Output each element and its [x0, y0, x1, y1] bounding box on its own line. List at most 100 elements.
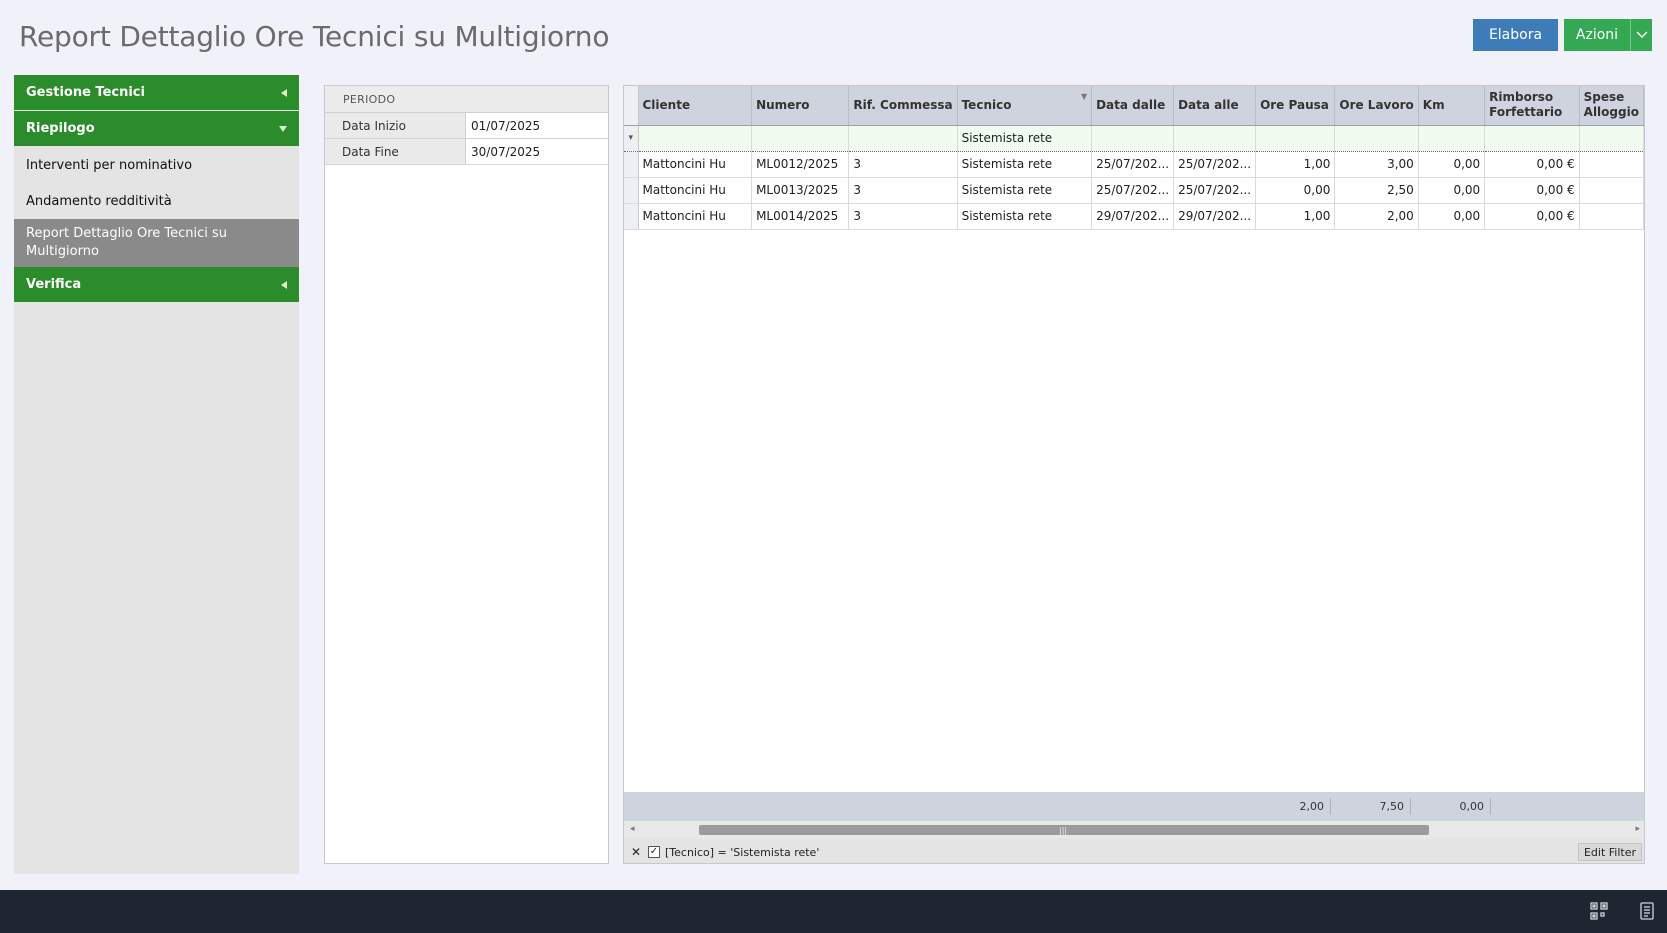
- edit-filter-button[interactable]: Edit Filter: [1577, 843, 1642, 861]
- sidebar: Gestione Tecnici Riepilogo Interventi pe…: [14, 75, 299, 874]
- cell-rimborso[interactable]: 0,00 €: [1484, 177, 1580, 204]
- column-header-cliente[interactable]: Cliente: [638, 86, 753, 126]
- column-header-label: Spese Alloggio: [1583, 90, 1639, 120]
- sidebar-group-label: Gestione Tecnici: [26, 85, 145, 100]
- azioni-label: Azioni: [1575, 27, 1619, 43]
- total-ore-lavoro: 7,50: [1379, 800, 1405, 813]
- cell-tecnico[interactable]: Sistemista rete: [957, 151, 1093, 178]
- table-row[interactable]: Mattoncini Hu ML0012/2025 3 Sistemista r…: [624, 151, 1644, 178]
- sidebar-item-label: Report Dettaglio Ore Tecnici su Multigio…: [26, 226, 228, 259]
- column-header-label: Rimborso Forfettario: [1489, 90, 1563, 120]
- cell-spese-alloggio[interactable]: [1579, 203, 1644, 230]
- scroll-right-icon[interactable]: ▸: [1635, 824, 1640, 834]
- sidebar-item-label: Andamento redditività: [26, 193, 172, 209]
- column-header-rif-commessa[interactable]: Rif. Commessa: [848, 86, 958, 126]
- scrollbar-thumb[interactable]: |||: [699, 825, 1429, 835]
- chevron-down-icon[interactable]: [1631, 31, 1652, 39]
- expand-down-icon: [279, 125, 287, 132]
- cell-km[interactable]: 0,00: [1418, 203, 1486, 230]
- column-header-ore-pausa[interactable]: Ore Pausa: [1255, 86, 1336, 126]
- filter-cell[interactable]: [751, 124, 850, 152]
- cell-cliente[interactable]: Mattoncini Hu: [638, 177, 753, 204]
- filter-cell[interactable]: [848, 124, 958, 152]
- cell-tecnico[interactable]: Sistemista rete: [957, 177, 1093, 204]
- cell-data-dalle[interactable]: 25/07/202...: [1091, 151, 1175, 178]
- column-header-spese-alloggio[interactable]: Spese Alloggio: [1579, 86, 1644, 126]
- totals-separator: [1330, 798, 1331, 815]
- filter-cell-tecnico[interactable]: Sistemista rete: [957, 124, 1093, 152]
- column-header-rimborso-forfettario[interactable]: Rimborso Forfettario: [1484, 86, 1580, 126]
- cell-numero[interactable]: ML0013/2025: [751, 177, 850, 204]
- cell-ore-pausa[interactable]: 1,00: [1255, 151, 1336, 178]
- sidebar-group-riepilogo[interactable]: Riepilogo: [14, 111, 299, 147]
- filter-cell[interactable]: [1334, 124, 1419, 152]
- data-grid: Cliente Numero Rif. Commessa Tecnico ▼ D…: [623, 85, 1645, 864]
- filter-icon[interactable]: ▼: [1081, 89, 1087, 104]
- horizontal-scrollbar[interactable]: ◂ ||| ▸: [624, 821, 1644, 839]
- filter-cell[interactable]: [1173, 124, 1257, 152]
- cell-ore-lavoro[interactable]: 2,50: [1334, 177, 1419, 204]
- cell-rif-commessa[interactable]: 3: [848, 203, 958, 230]
- qr-code-icon[interactable]: [1590, 902, 1608, 923]
- sidebar-item-report-dettaglio-ore[interactable]: Report Dettaglio Ore Tecnici su Multigio…: [14, 219, 299, 267]
- cell-data-dalle[interactable]: 29/07/202...: [1091, 203, 1175, 230]
- column-header-numero[interactable]: Numero: [751, 86, 850, 126]
- column-header-tecnico[interactable]: Tecnico ▼: [957, 86, 1093, 126]
- end-date-field[interactable]: 30/07/2025: [466, 139, 608, 164]
- cell-cliente[interactable]: Mattoncini Hu: [638, 203, 753, 230]
- cell-data-alle[interactable]: 25/07/202...: [1173, 151, 1257, 178]
- column-header-data-alle[interactable]: Data alle: [1173, 86, 1257, 126]
- cell-spese-alloggio[interactable]: [1579, 151, 1644, 178]
- cell-km[interactable]: 0,00: [1418, 177, 1486, 204]
- check-icon[interactable]: ✓: [648, 846, 660, 858]
- cell-numero[interactable]: ML0012/2025: [751, 151, 850, 178]
- row-indicator: [624, 203, 639, 230]
- azioni-button[interactable]: Azioni: [1564, 19, 1652, 51]
- total-ore-pausa: 2,00: [1299, 800, 1325, 813]
- column-header-data-dalle[interactable]: Data dalle: [1091, 86, 1175, 126]
- cell-ore-lavoro[interactable]: 2,00: [1334, 203, 1419, 230]
- grid-totals-row: 2,00 7,50 0,00: [624, 792, 1644, 821]
- cell-ore-lavoro[interactable]: 3,00: [1334, 151, 1419, 178]
- cell-data-alle[interactable]: 29/07/202...: [1173, 203, 1257, 230]
- filter-cell[interactable]: [1484, 124, 1580, 152]
- filter-cell[interactable]: [1255, 124, 1336, 152]
- close-icon[interactable]: ✕: [629, 845, 643, 859]
- filter-cell[interactable]: [1418, 124, 1486, 152]
- period-panel: PERIODO Data Inizio 01/07/2025 Data Fine…: [324, 85, 609, 864]
- scroll-left-icon[interactable]: ◂: [630, 824, 635, 834]
- filter-cell[interactable]: [1091, 124, 1175, 152]
- filter-expression[interactable]: [Tecnico] = 'Sistemista rete': [665, 846, 819, 859]
- table-row[interactable]: Mattoncini Hu ML0013/2025 3 Sistemista r…: [624, 177, 1644, 204]
- sidebar-group-gestione-tecnici[interactable]: Gestione Tecnici: [14, 75, 299, 111]
- cell-cliente[interactable]: Mattoncini Hu: [638, 151, 753, 178]
- table-row[interactable]: Mattoncini Hu ML0014/2025 3 Sistemista r…: [624, 203, 1644, 230]
- cell-numero[interactable]: ML0014/2025: [751, 203, 850, 230]
- cell-rif-commessa[interactable]: 3: [848, 177, 958, 204]
- column-header-ore-lavoro[interactable]: Ore Lavoro: [1334, 86, 1419, 126]
- end-date-label: Data Fine: [325, 139, 466, 164]
- start-date-field[interactable]: 01/07/2025: [466, 113, 608, 138]
- cell-ore-pausa[interactable]: 1,00: [1255, 203, 1336, 230]
- cell-rif-commessa[interactable]: 3: [848, 151, 958, 178]
- filter-panel: ✕ ✓ [Tecnico] = 'Sistemista rete' Edit F…: [624, 839, 1644, 863]
- document-icon[interactable]: [1639, 902, 1655, 923]
- sidebar-item-andamento-redditivita[interactable]: Andamento redditività: [14, 183, 299, 219]
- cell-data-alle[interactable]: 25/07/202...: [1173, 177, 1257, 204]
- sidebar-group-verifica[interactable]: Verifica: [14, 267, 299, 303]
- filter-cell[interactable]: [1579, 124, 1644, 152]
- cell-rimborso[interactable]: 0,00 €: [1484, 203, 1580, 230]
- grid-table: Cliente Numero Rif. Commessa Tecnico ▼ D…: [624, 86, 1644, 230]
- cell-rimborso[interactable]: 0,00 €: [1484, 151, 1580, 178]
- column-header-km[interactable]: Km: [1418, 86, 1486, 126]
- sidebar-item-interventi-per-nominativo[interactable]: Interventi per nominativo: [14, 147, 299, 183]
- cell-spese-alloggio[interactable]: [1579, 177, 1644, 204]
- cell-tecnico[interactable]: Sistemista rete: [957, 203, 1093, 230]
- filter-icon: ▾: [624, 124, 639, 152]
- filter-cell[interactable]: [638, 124, 753, 152]
- cell-ore-pausa[interactable]: 0,00: [1255, 177, 1336, 204]
- cell-data-dalle[interactable]: 25/07/202...: [1091, 177, 1175, 204]
- elabora-button[interactable]: Elabora: [1473, 19, 1558, 51]
- collapse-left-icon: [281, 280, 287, 289]
- cell-km[interactable]: 0,00: [1418, 151, 1486, 178]
